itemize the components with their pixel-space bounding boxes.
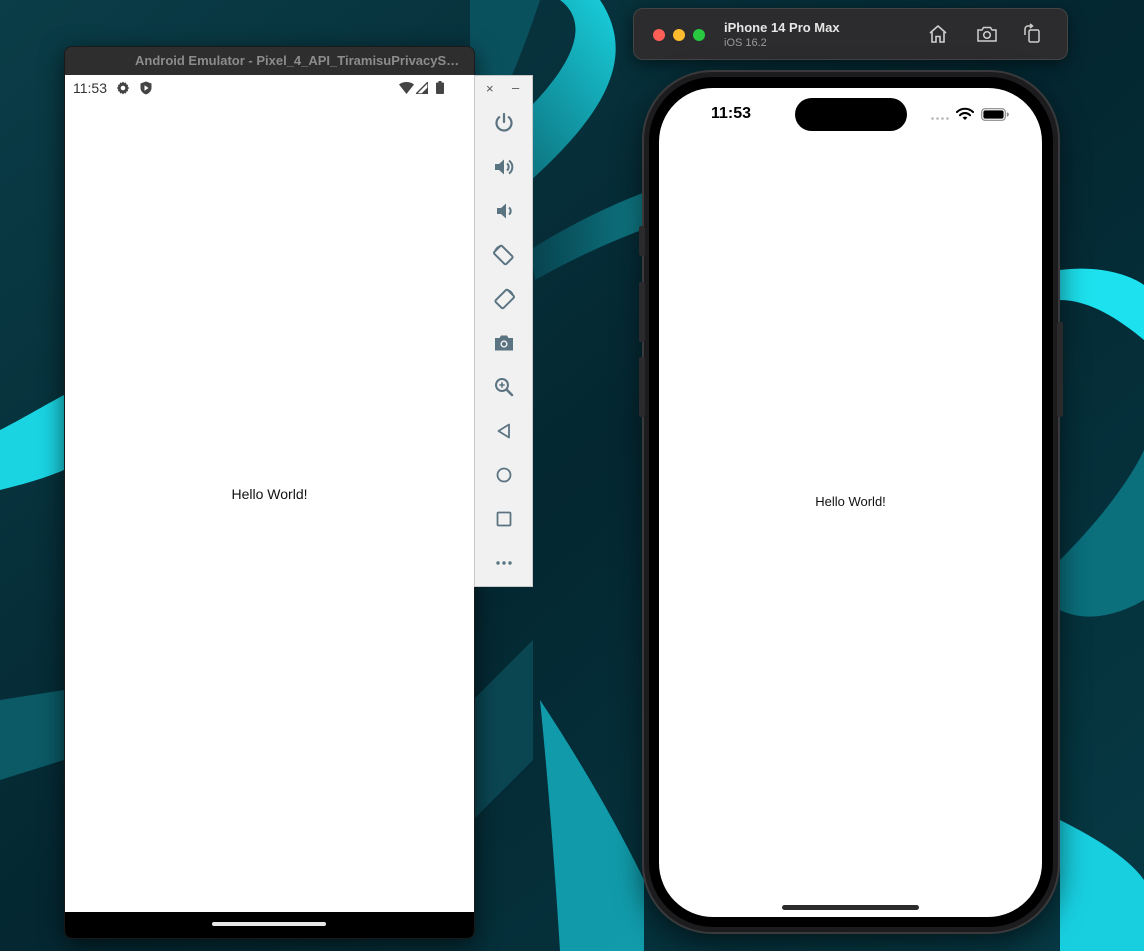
simulator-os-version: iOS 16.2 bbox=[724, 37, 767, 49]
window-close-button[interactable] bbox=[653, 29, 665, 41]
volume-down-icon bbox=[497, 203, 512, 219]
ios-status-time: 11:53 bbox=[711, 105, 752, 122]
android-window-title: Android Emulator - Pixel_4_API_TiramisuP… bbox=[135, 53, 466, 68]
no-signal-dots-icon bbox=[931, 117, 949, 120]
power-button[interactable] bbox=[492, 111, 516, 135]
screenshot-icon bbox=[977, 26, 997, 42]
rotate-icon bbox=[1024, 23, 1040, 43]
rotate-left-button[interactable] bbox=[492, 243, 516, 267]
emulator-side-toolbar: × – bbox=[474, 75, 533, 587]
screenshot-button[interactable] bbox=[492, 331, 516, 355]
toolbar-minimize-button[interactable]: – bbox=[512, 81, 519, 95]
android-status-bar: 11:53 bbox=[65, 75, 474, 99]
volume-up-icon bbox=[495, 159, 514, 175]
simulator-toolbar[interactable]: iPhone 14 Pro Max iOS 16.2 bbox=[633, 8, 1068, 60]
overview-button[interactable] bbox=[492, 507, 516, 531]
back-icon bbox=[497, 423, 510, 439]
zoom-button[interactable] bbox=[492, 375, 516, 399]
simulator-rotate-button[interactable] bbox=[1021, 23, 1043, 45]
android-title-bar[interactable]: Android Emulator - Pixel_4_API_TiramisuP… bbox=[65, 47, 474, 76]
action-button[interactable] bbox=[639, 226, 645, 256]
dynamic-island bbox=[795, 98, 907, 131]
home-button[interactable] bbox=[492, 463, 516, 487]
shield-play-icon bbox=[140, 81, 152, 95]
power-side-button[interactable] bbox=[1057, 322, 1063, 417]
rotate-right-icon bbox=[494, 288, 515, 310]
settings-gear-icon bbox=[116, 81, 130, 95]
camera-icon bbox=[495, 335, 513, 351]
zoom-icon bbox=[495, 378, 514, 397]
home-icon bbox=[496, 467, 512, 483]
power-icon bbox=[495, 112, 513, 132]
wifi-icon bbox=[399, 82, 414, 94]
android-status-time: 11:53 bbox=[73, 80, 107, 96]
overview-icon bbox=[496, 511, 512, 527]
cell-signal-icon bbox=[416, 82, 428, 94]
volume-down-button[interactable] bbox=[492, 199, 516, 223]
window-minimize-button[interactable] bbox=[673, 29, 685, 41]
volume-down-side-button[interactable] bbox=[639, 357, 645, 417]
rotate-left-icon bbox=[493, 244, 514, 266]
window-zoom-button[interactable] bbox=[693, 29, 705, 41]
rotate-right-button[interactable] bbox=[492, 287, 516, 311]
battery-icon bbox=[436, 81, 444, 94]
more-icon bbox=[496, 561, 512, 565]
more-button[interactable] bbox=[492, 551, 516, 575]
ios-hello-text: Hello World! bbox=[815, 494, 886, 509]
toolbar-close-button[interactable]: × bbox=[486, 82, 494, 96]
wifi-icon bbox=[956, 107, 974, 120]
volume-up-side-button[interactable] bbox=[639, 282, 645, 342]
simulator-device-name: iPhone 14 Pro Max bbox=[724, 20, 840, 35]
volume-up-button[interactable] bbox=[492, 155, 516, 179]
android-hello-text: Hello World! bbox=[231, 486, 308, 502]
battery-icon bbox=[981, 108, 1009, 121]
android-emulator-window: Android Emulator - Pixel_4_API_TiramisuP… bbox=[64, 46, 475, 939]
android-gesture-pill[interactable] bbox=[212, 922, 326, 926]
simulator-screenshot-button[interactable] bbox=[976, 23, 998, 45]
android-nav-bar bbox=[65, 912, 474, 938]
ios-home-indicator[interactable] bbox=[782, 905, 919, 910]
back-button[interactable] bbox=[492, 419, 516, 443]
simulator-home-button[interactable] bbox=[927, 23, 949, 45]
android-screen[interactable]: 11:53 Hello World! bbox=[65, 75, 474, 912]
iphone-screen[interactable]: 11:53 Hello World! bbox=[659, 88, 1042, 917]
home-icon bbox=[929, 25, 947, 43]
